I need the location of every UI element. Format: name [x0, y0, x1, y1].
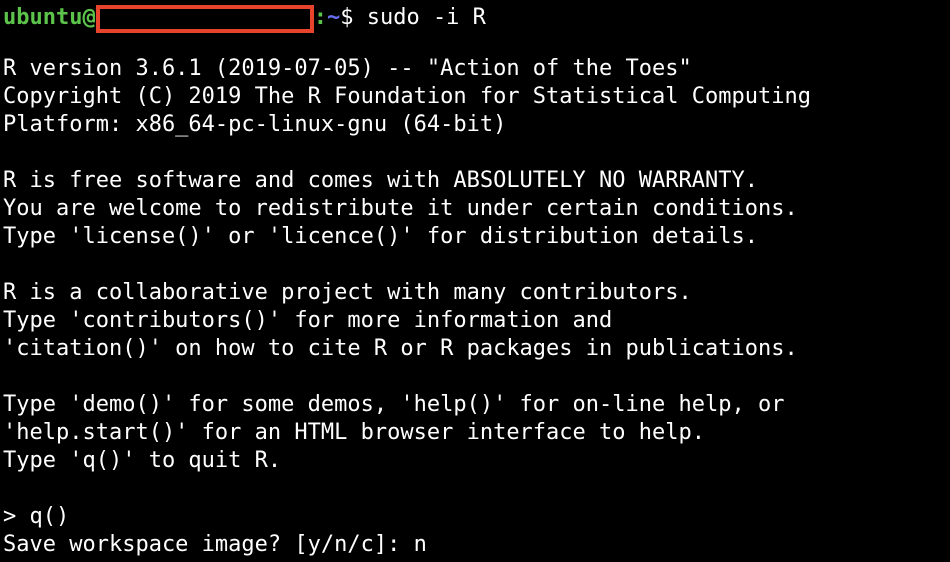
collab-line-1: R is a collaborative project with many c…	[3, 280, 692, 305]
r-platform-line: Platform: x86_64-pc-linux-gnu (64-bit)	[3, 112, 507, 137]
warranty-line-1: R is free software and comes with ABSOLU…	[3, 168, 758, 193]
help-line-2: 'help.start()' for an HTML browser inter…	[3, 420, 705, 445]
prompt-user: ubuntu@	[3, 5, 96, 30]
collab-line-3: 'citation()' on how to cite R or R packa…	[3, 336, 798, 361]
collab-line-2: Type 'contributors()' for more informati…	[3, 308, 613, 333]
terminal-window[interactable]: ubuntu@: ~ $ sudo -i R R version 3.6.1 (20…	[0, 0, 950, 562]
help-line-3: Type 'q()' to quit R.	[3, 448, 282, 473]
warranty-line-2: You are welcome to redistribute it under…	[3, 196, 798, 221]
prompt-colon: :	[313, 5, 327, 30]
redacted-hostname	[95, 5, 314, 33]
help-line-1: Type 'demo()' for some demos, 'help()' f…	[3, 392, 785, 417]
save-workspace-prompt: Save workspace image? [y/n/c]: n	[3, 532, 427, 557]
prompt-symbol: $	[340, 5, 354, 30]
r-version-line: R version 3.6.1 (2019-07-05) -- "Action …	[3, 56, 692, 81]
r-command-line: > q()	[3, 504, 70, 529]
prompt-command: sudo -i R	[353, 5, 486, 30]
shell-prompt-line: ubuntu@: ~ $ sudo -i R	[3, 0, 486, 38]
r-copyright-line: Copyright (C) 2019 The R Foundation for …	[3, 84, 811, 109]
prompt-path: ~	[326, 5, 341, 30]
warranty-line-3: Type 'license()' or 'licence()' for dist…	[3, 224, 758, 249]
